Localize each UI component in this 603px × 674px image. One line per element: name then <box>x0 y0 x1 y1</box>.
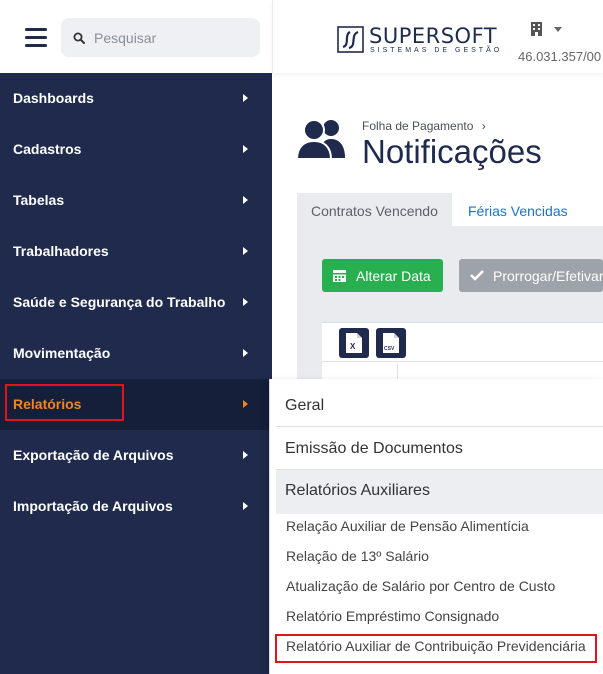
submenu-item-atualizacao-salario[interactable]: Atualização de Salário por Centro de Cus… <box>286 578 555 606</box>
submenu-section-geral[interactable]: Geral <box>276 385 603 427</box>
tab-ferias-vencidas[interactable]: Férias Vencidas <box>452 193 603 226</box>
top-left-bar <box>0 0 272 73</box>
chevron-right-icon <box>243 247 248 255</box>
grid-toolbar: X CSV <box>322 323 603 362</box>
csv-file-icon: CSV <box>383 333 399 353</box>
sidebar-item-label: Movimentação <box>13 345 111 361</box>
breadcrumb[interactable]: Folha de Pagamento › <box>362 119 486 133</box>
excel-icon-label: X <box>350 342 356 351</box>
chevron-right-icon <box>243 298 248 306</box>
chevron-right-icon <box>243 145 248 153</box>
sidebar-item-tabelas[interactable]: Tabelas <box>0 175 272 226</box>
calendar-icon <box>333 270 346 282</box>
chevron-right-icon <box>243 196 248 204</box>
top-header: SUPERSOFT SISTEMAS DE GESTÃO 46.031.357/… <box>272 0 603 73</box>
change-date-button[interactable]: Alterar Data <box>322 259 443 292</box>
submenu-section-emissao-documentos[interactable]: Emissão de Documentos <box>276 428 603 470</box>
menu-toggle-icon[interactable] <box>25 28 47 47</box>
breadcrumb-item[interactable]: Folha de Pagamento <box>362 119 473 133</box>
users-icon <box>297 119 345 160</box>
search-input[interactable] <box>94 18 254 57</box>
reports-submenu: Geral Emissão de Documentos Relatórios A… <box>269 379 603 674</box>
change-date-label: Alterar Data <box>356 268 431 284</box>
sidebar-item-exportacao[interactable]: Exportação de Arquivos <box>0 430 272 481</box>
sidebar-item-label: Dashboards <box>13 90 94 106</box>
chevron-down-icon[interactable] <box>554 27 562 32</box>
highlight-box <box>275 634 597 663</box>
chevron-right-icon <box>243 451 248 459</box>
sidebar-item-label: Tabelas <box>13 192 65 208</box>
submenu-section-label: Geral <box>285 397 325 414</box>
sidebar-item-label: Importação de Arquivos <box>13 498 173 514</box>
extend-confirm-button[interactable]: Prorrogar/Efetivar <box>459 259 603 292</box>
brand-name: SUPERSOFT <box>369 24 498 48</box>
sidebar-item-importacao[interactable]: Importação de Arquivos <box>0 481 272 532</box>
extend-confirm-label: Prorrogar/Efetivar <box>493 268 603 284</box>
company-cnpj: 46.031.357/00 <box>518 49 602 64</box>
building-icon[interactable] <box>530 22 543 36</box>
tab-contratos-vencendo[interactable]: Contratos Vencendo <box>297 193 452 226</box>
chevron-right-icon <box>243 349 248 357</box>
export-csv-button[interactable]: CSV <box>376 328 406 358</box>
submenu-item-13-salario[interactable]: Relação de 13º Salário <box>286 548 429 576</box>
excel-file-icon: X <box>346 333 362 353</box>
search-box[interactable] <box>61 18 260 57</box>
sidebar-item-label: Trabalhadores <box>13 243 109 259</box>
submenu-item-emprestimo-consignado[interactable]: Relatório Empréstimo Consignado <box>286 608 499 636</box>
highlight-box <box>5 384 124 421</box>
sidebar-item-cadastros[interactable]: Cadastros <box>0 124 272 175</box>
submenu-item-pensao-alimenticia[interactable]: Relação Auxiliar de Pensão Alimentícia <box>286 518 529 546</box>
csv-icon-label: CSV <box>384 346 395 352</box>
sidebar-item-movimentacao[interactable]: Movimentação <box>0 328 272 379</box>
brand-tagline: SISTEMAS DE GESTÃO <box>370 47 503 54</box>
search-icon <box>73 32 85 44</box>
submenu-section-label: Emissão de Documentos <box>285 440 463 457</box>
chevron-right-icon <box>243 94 248 102</box>
sidebar-item-dashboards[interactable]: Dashboards <box>0 73 272 124</box>
export-excel-button[interactable]: X <box>339 328 369 358</box>
sidebar-item-label: Cadastros <box>13 141 82 157</box>
chevron-right-icon <box>243 502 248 510</box>
checkmark-icon <box>470 270 484 281</box>
sidebar-item-saude-seguranca[interactable]: Saúde e Segurança do Trabalho <box>0 277 272 328</box>
submenu-section-relatorios-auxiliares[interactable]: Relatórios Auxiliares <box>276 470 603 514</box>
page-title: Notificações <box>362 133 542 170</box>
chevron-right-icon <box>243 400 248 408</box>
supersoft-logo-icon <box>337 26 364 53</box>
sidebar-item-label: Exportação de Arquivos <box>13 447 174 463</box>
sidebar: Dashboards Cadastros Tabelas Trabalhador… <box>0 73 272 674</box>
breadcrumb-separator: › <box>481 119 486 133</box>
submenu-section-label: Relatórios Auxiliares <box>285 482 430 499</box>
sidebar-item-label: Saúde e Segurança do Trabalho <box>13 294 226 310</box>
sidebar-item-trabalhadores[interactable]: Trabalhadores <box>0 226 272 277</box>
